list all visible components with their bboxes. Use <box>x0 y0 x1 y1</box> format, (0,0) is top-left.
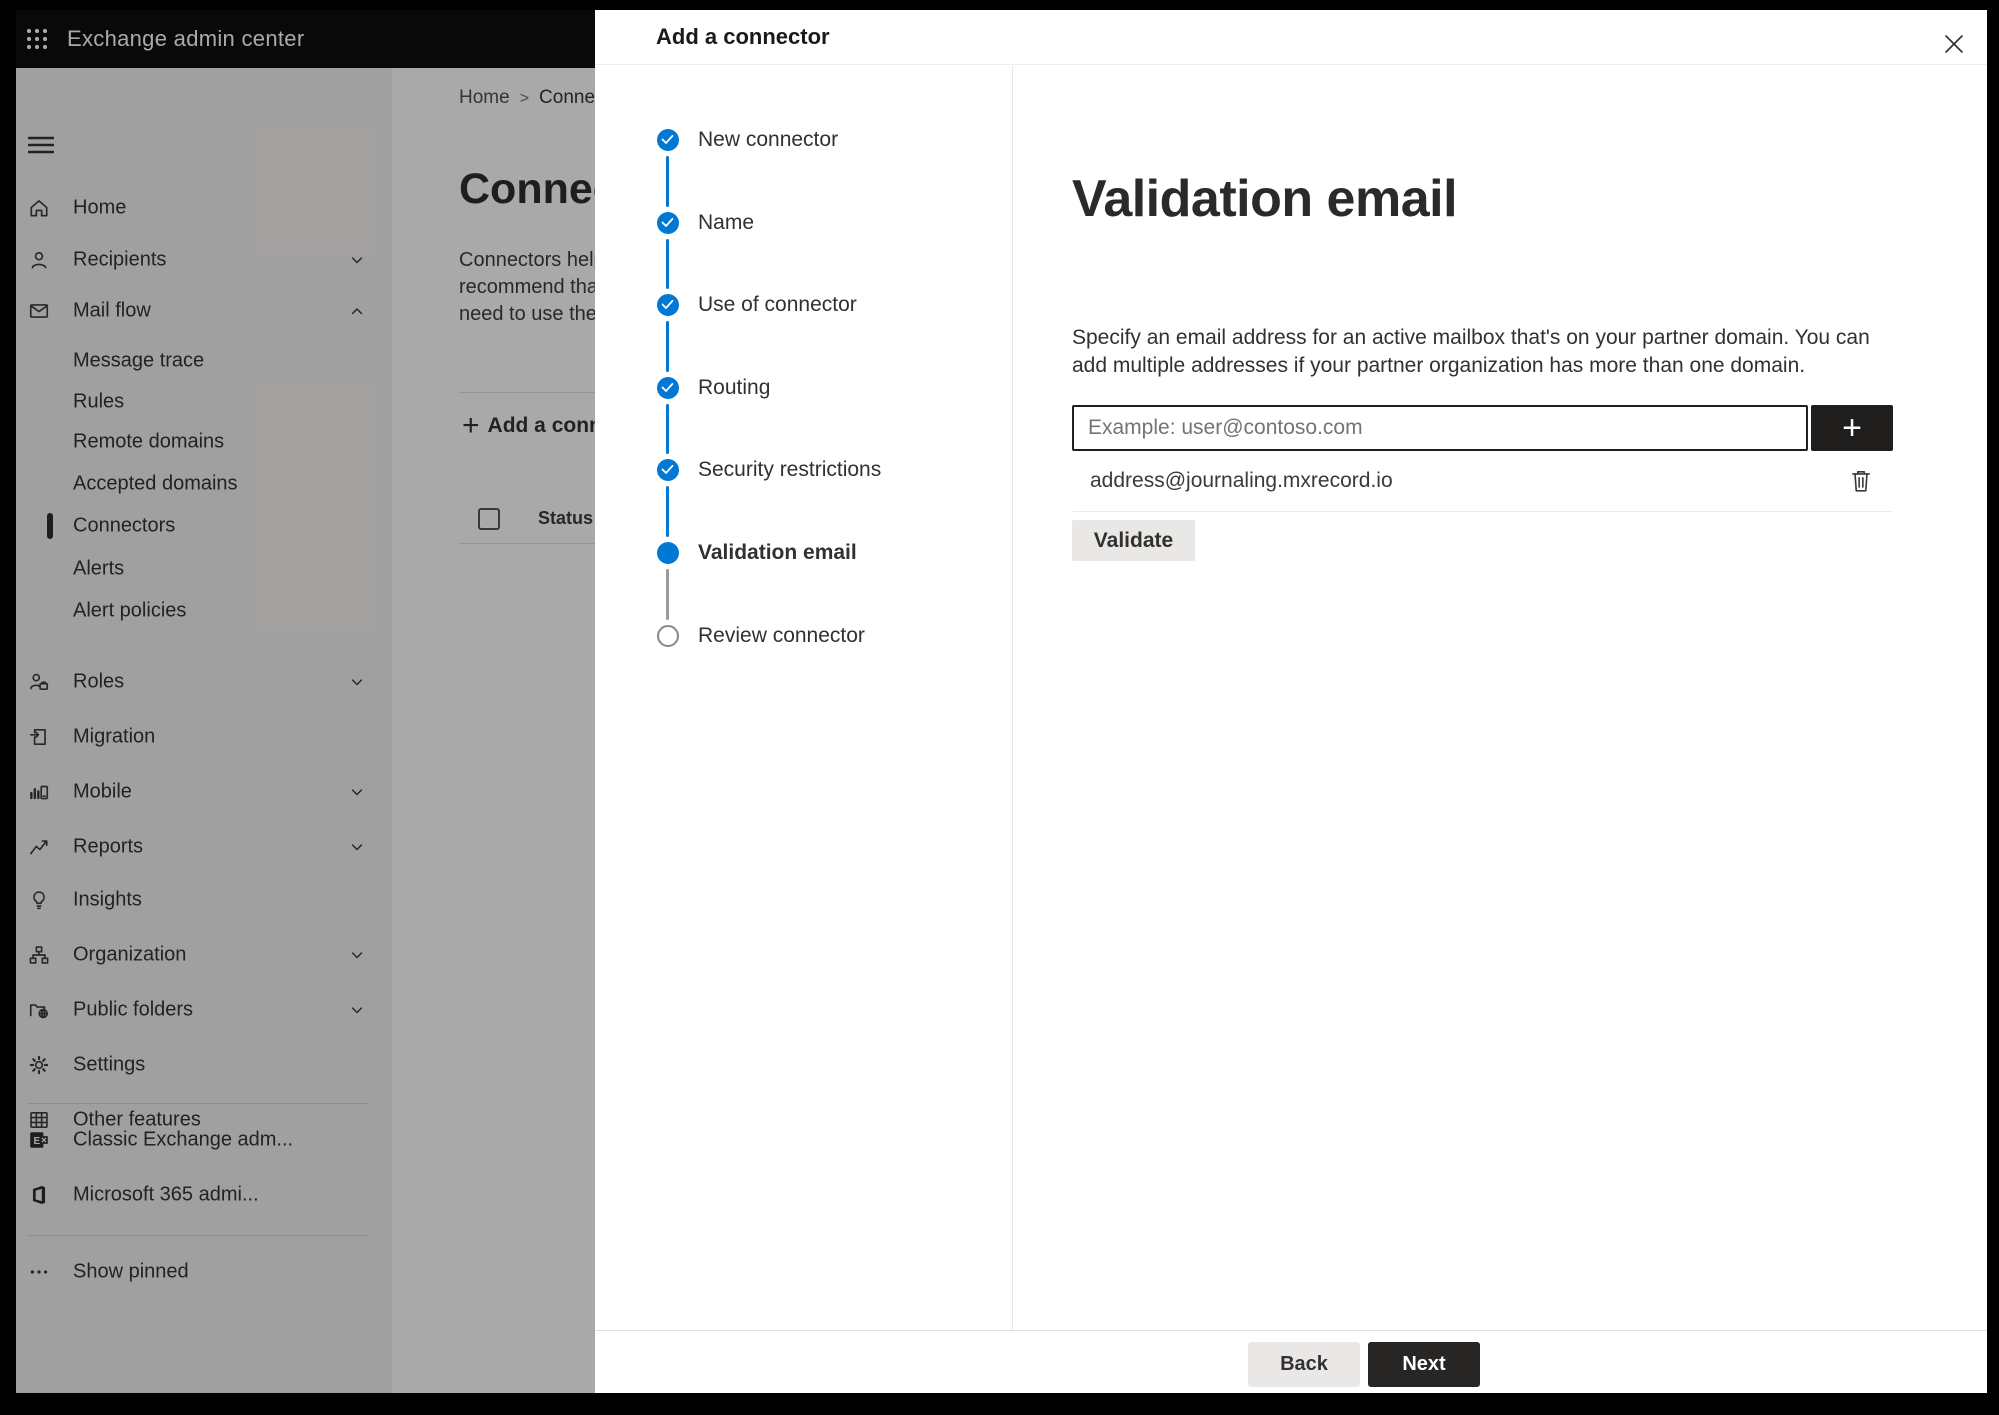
address-list-item: address@journaling.mxrecord.io <box>1014 461 1894 501</box>
wizard-step-routing[interactable]: Routing <box>595 368 995 408</box>
step-label: Name <box>698 211 755 234</box>
step-connector-line <box>666 404 669 454</box>
wizard-step-validation-email[interactable]: Validation email <box>595 533 995 573</box>
step-connector-line <box>666 239 669 289</box>
step-connector-line <box>666 156 669 207</box>
add-address-button[interactable]: + <box>1811 405 1893 451</box>
next-button[interactable]: Next <box>1368 1342 1480 1387</box>
step-completed-icon <box>657 459 679 481</box>
validate-button[interactable]: Validate <box>1072 520 1195 561</box>
step-completed-icon <box>657 294 679 316</box>
back-button[interactable]: Back <box>1248 1342 1360 1387</box>
step-label: Routing <box>698 376 771 399</box>
wizard-step-use-of-connector[interactable]: Use of connector <box>595 285 995 325</box>
step-connector-line <box>666 569 669 620</box>
wizard-steps: New connector Name Use of connector Rout… <box>595 66 1013 1330</box>
delete-address-icon[interactable] <box>1846 467 1876 497</box>
step-completed-icon <box>657 129 679 151</box>
step-completed-icon <box>657 377 679 399</box>
step-connector-line <box>666 321 669 372</box>
validation-email-panel: Validation email Specify an email addres… <box>1014 66 1987 1330</box>
wizard-step-new-connector[interactable]: New connector <box>595 120 995 160</box>
app-window: Exchange admin center Home Recipients Ma… <box>16 10 1987 1393</box>
step-label: Validation email <box>698 541 857 564</box>
panel-heading: Validation email <box>1072 170 1458 228</box>
panel-description: Specify an email address for an active m… <box>1072 326 1870 377</box>
dialog-body: New connector Name Use of connector Rout… <box>595 66 1987 1330</box>
step-label: Security restrictions <box>698 458 882 481</box>
address-value: address@journaling.mxrecord.io <box>1090 469 1393 492</box>
step-current-icon <box>657 542 679 564</box>
step-completed-icon <box>657 212 679 234</box>
screenshot-frame: Exchange admin center Home Recipients Ma… <box>0 0 1999 1415</box>
step-upcoming-icon <box>657 625 679 647</box>
plus-icon: + <box>1842 409 1862 447</box>
wizard-step-name[interactable]: Name <box>595 203 995 243</box>
wizard-step-review-connector[interactable]: Review connector <box>595 616 995 656</box>
add-connector-dialog: Add a connector New connector Name Use o… <box>595 10 1987 1393</box>
step-label: Review connector <box>698 624 865 647</box>
step-label: Use of connector <box>698 293 857 316</box>
dialog-header: Add a connector <box>595 10 1987 65</box>
validation-email-input[interactable] <box>1072 405 1808 451</box>
dialog-footer: Back Next <box>595 1330 1987 1393</box>
divider <box>1073 511 1893 512</box>
close-icon[interactable] <box>1939 30 1969 60</box>
wizard-step-security-restrictions[interactable]: Security restrictions <box>595 450 995 490</box>
step-connector-line <box>666 486 669 537</box>
step-label: New connector <box>698 128 839 151</box>
dialog-title: Add a connector <box>656 24 830 49</box>
